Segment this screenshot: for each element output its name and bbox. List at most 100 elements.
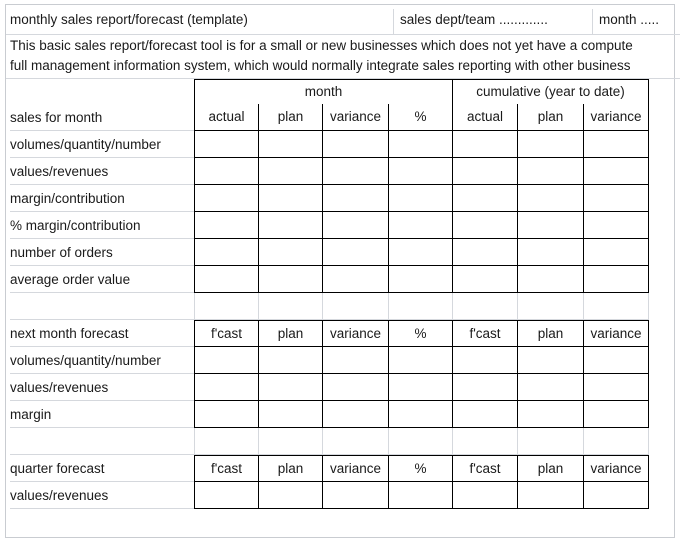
input-cell-plan-cumulative[interactable] — [517, 158, 583, 185]
title-divider-1 — [393, 9, 394, 34]
input-cell-variance-cumulative[interactable] — [583, 401, 649, 428]
input-cell-plan-month[interactable] — [258, 131, 322, 158]
input-cell-plan-cumulative[interactable] — [517, 482, 583, 509]
col-header-variance-month: variance — [322, 104, 388, 131]
input-cell-percent-month[interactable] — [388, 401, 452, 428]
input-cell-percent-month[interactable] — [388, 374, 452, 401]
input-cell-variance-cumulative[interactable] — [583, 131, 649, 158]
intro-line-2: full management information system, whic… — [10, 58, 631, 73]
input-cell-actual-month[interactable] — [194, 158, 258, 185]
input-cell-plan-cumulative[interactable] — [517, 185, 583, 212]
input-cell-variance-cumulative[interactable] — [583, 212, 649, 239]
input-cell-fcast-month[interactable] — [194, 347, 258, 374]
section-title-quarter-forecast: quarter forecast — [10, 461, 105, 476]
input-cell-variance-month[interactable] — [322, 185, 388, 212]
input-cell-plan-cumulative[interactable] — [517, 347, 583, 374]
input-cell-variance-cumulative[interactable] — [583, 239, 649, 266]
row-cells — [194, 347, 649, 374]
spacer-cell — [517, 428, 583, 455]
input-cell-actual-month[interactable] — [194, 239, 258, 266]
row-label: volumes/quantity/number — [10, 353, 161, 368]
group-header-cumulative: cumulative (year to date) — [452, 79, 649, 104]
row-label: values/revenues — [10, 164, 109, 179]
row-label: volumes/quantity/number — [10, 137, 161, 152]
input-cell-plan-month[interactable] — [258, 482, 322, 509]
table-row: margin/contribution — [6, 185, 680, 212]
input-cell-fcast-cumulative[interactable] — [452, 401, 517, 428]
input-cell-fcast-month[interactable] — [194, 401, 258, 428]
input-cell-plan-cumulative[interactable] — [517, 239, 583, 266]
input-cell-variance-cumulative[interactable] — [583, 266, 649, 293]
spacer-cell — [258, 293, 322, 320]
input-cell-plan-month[interactable] — [258, 158, 322, 185]
input-cell-actual-cumulative[interactable] — [452, 266, 517, 293]
input-cell-fcast-cumulative[interactable] — [452, 482, 517, 509]
input-cell-variance-cumulative[interactable] — [583, 347, 649, 374]
spacer-cells — [194, 428, 649, 455]
input-cell-plan-month[interactable] — [258, 374, 322, 401]
input-cell-variance-month[interactable] — [322, 266, 388, 293]
input-cell-plan-month[interactable] — [258, 401, 322, 428]
input-cell-percent-month[interactable] — [388, 347, 452, 374]
input-cell-fcast-cumulative[interactable] — [452, 347, 517, 374]
col-header-variance-cumulative: variance — [583, 320, 649, 347]
spacer-cell — [388, 293, 452, 320]
group-header-row: month cumulative (year to date) — [6, 79, 680, 104]
col-header-plan-cumulative: plan — [517, 320, 583, 347]
input-cell-plan-cumulative[interactable] — [517, 401, 583, 428]
page-title: monthly sales report/forecast (template) — [10, 12, 248, 27]
input-cell-percent-month[interactable] — [388, 239, 452, 266]
spacer-cell — [517, 293, 583, 320]
input-cell-percent-month[interactable] — [388, 482, 452, 509]
input-cell-variance-cumulative[interactable] — [583, 185, 649, 212]
input-cell-actual-cumulative[interactable] — [452, 185, 517, 212]
input-cell-plan-cumulative[interactable] — [517, 131, 583, 158]
input-cell-fcast-month[interactable] — [194, 482, 258, 509]
row-cells — [194, 212, 649, 239]
input-cell-variance-month[interactable] — [322, 374, 388, 401]
input-cell-percent-month[interactable] — [388, 266, 452, 293]
sales-dept-team-field[interactable]: sales dept/team ............. — [400, 5, 548, 34]
input-cell-percent-month[interactable] — [388, 212, 452, 239]
input-cell-actual-month[interactable] — [194, 266, 258, 293]
month-field[interactable]: month ..... — [599, 5, 659, 34]
intro-line-1: This basic sales report/forecast tool is… — [10, 38, 633, 53]
section-header-quarter-forecast: quarter forecast f'cast plan variance % … — [6, 455, 680, 482]
input-cell-plan-month[interactable] — [258, 347, 322, 374]
input-cell-percent-month[interactable] — [388, 131, 452, 158]
input-cell-actual-month[interactable] — [194, 185, 258, 212]
input-cell-plan-cumulative[interactable] — [517, 212, 583, 239]
input-cell-plan-month[interactable] — [258, 212, 322, 239]
input-cell-plan-month[interactable] — [258, 239, 322, 266]
input-cell-percent-month[interactable] — [388, 185, 452, 212]
input-cell-variance-month[interactable] — [322, 239, 388, 266]
input-cell-actual-cumulative[interactable] — [452, 239, 517, 266]
input-cell-plan-cumulative[interactable] — [517, 266, 583, 293]
input-cell-actual-month[interactable] — [194, 131, 258, 158]
row-label: % margin/contribution — [10, 218, 141, 233]
section-spacer — [6, 293, 680, 320]
input-cell-variance-month[interactable] — [322, 482, 388, 509]
input-cell-fcast-month[interactable] — [194, 374, 258, 401]
input-cell-actual-month[interactable] — [194, 212, 258, 239]
input-cell-actual-cumulative[interactable] — [452, 212, 517, 239]
input-cell-actual-cumulative[interactable] — [452, 158, 517, 185]
column-header-cells-sales-for-month: actual plan variance % actual plan varia… — [194, 104, 649, 131]
input-cell-variance-cumulative[interactable] — [583, 158, 649, 185]
input-cell-plan-cumulative[interactable] — [517, 374, 583, 401]
input-cell-fcast-cumulative[interactable] — [452, 374, 517, 401]
group-header-spacer — [10, 79, 192, 104]
input-cell-plan-month[interactable] — [258, 185, 322, 212]
input-cell-variance-month[interactable] — [322, 347, 388, 374]
row-label: values/revenues — [10, 380, 109, 395]
input-cell-percent-month[interactable] — [388, 158, 452, 185]
input-cell-variance-cumulative[interactable] — [583, 374, 649, 401]
input-cell-variance-month[interactable] — [322, 212, 388, 239]
input-cell-variance-cumulative[interactable] — [583, 482, 649, 509]
input-cell-variance-month[interactable] — [322, 401, 388, 428]
input-cell-actual-cumulative[interactable] — [452, 131, 517, 158]
input-cell-variance-month[interactable] — [322, 131, 388, 158]
input-cell-plan-month[interactable] — [258, 266, 322, 293]
input-cell-variance-month[interactable] — [322, 158, 388, 185]
row-cells — [194, 158, 649, 185]
